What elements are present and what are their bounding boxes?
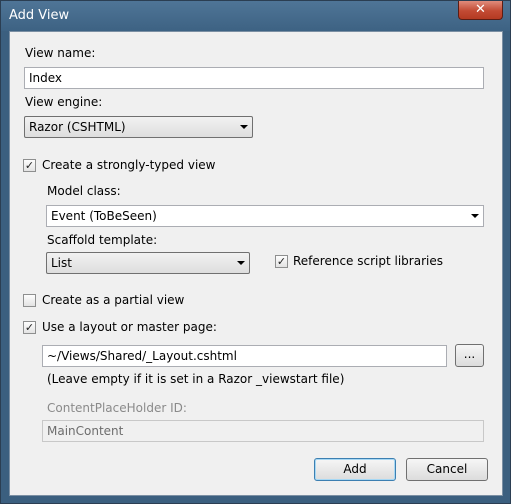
close-icon: ✕ (475, 2, 486, 17)
view-name-input[interactable]: Index (24, 67, 484, 89)
partial-view-checkbox[interactable] (23, 294, 36, 307)
strongly-typed-checkbox[interactable]: ✓ (23, 159, 36, 172)
reference-scripts-label[interactable]: Reference script libraries (293, 254, 443, 268)
scaffold-template-value: List (51, 256, 72, 270)
scaffold-template-select[interactable]: List (46, 252, 250, 274)
title-bar[interactable]: Add View ✕ (1, 1, 510, 31)
placeholder-id-input: MainContent (42, 420, 484, 442)
placeholder-id-label: ContentPlaceHolder ID: (47, 401, 187, 415)
chevron-down-icon (471, 214, 479, 218)
view-engine-label: View engine: (25, 95, 103, 109)
cancel-button[interactable]: Cancel (406, 458, 488, 481)
layout-path-input[interactable]: ~/Views/Shared/_Layout.cshtml (42, 345, 447, 367)
dialog-body: View name: Index View engine: Razor (CSH… (9, 31, 503, 496)
chevron-down-icon (240, 125, 248, 129)
layout-checkbox[interactable]: ✓ (23, 321, 36, 334)
view-engine-value: Razor (CSHTML) (29, 120, 126, 134)
view-name-label: View name: (25, 46, 96, 60)
checkmark-icon: ✓ (24, 159, 35, 172)
reference-scripts-checkbox[interactable]: ✓ (275, 255, 288, 268)
layout-hint: (Leave empty if it is set in a Razor _vi… (47, 372, 345, 386)
browse-button[interactable]: ... (455, 344, 484, 367)
model-class-value: Event (ToBeSeen) (51, 209, 157, 223)
view-engine-select[interactable]: Razor (CSHTML) (24, 116, 253, 138)
add-view-dialog: Add View ✕ View name: Index View engine:… (0, 0, 511, 504)
layout-label[interactable]: Use a layout or master page: (42, 320, 217, 334)
checkmark-icon: ✓ (24, 321, 35, 334)
add-button[interactable]: Add (314, 458, 396, 481)
model-class-label: Model class: (47, 184, 121, 198)
scaffold-template-label: Scaffold template: (47, 233, 158, 247)
partial-view-label[interactable]: Create as a partial view (42, 293, 184, 307)
strongly-typed-label[interactable]: Create a strongly-typed view (42, 158, 215, 172)
close-button[interactable]: ✕ (458, 1, 503, 20)
checkmark-icon: ✓ (276, 255, 287, 268)
model-class-select[interactable]: Event (ToBeSeen) (46, 205, 484, 227)
chevron-down-icon (237, 261, 245, 265)
dialog-title: Add View (9, 8, 70, 23)
